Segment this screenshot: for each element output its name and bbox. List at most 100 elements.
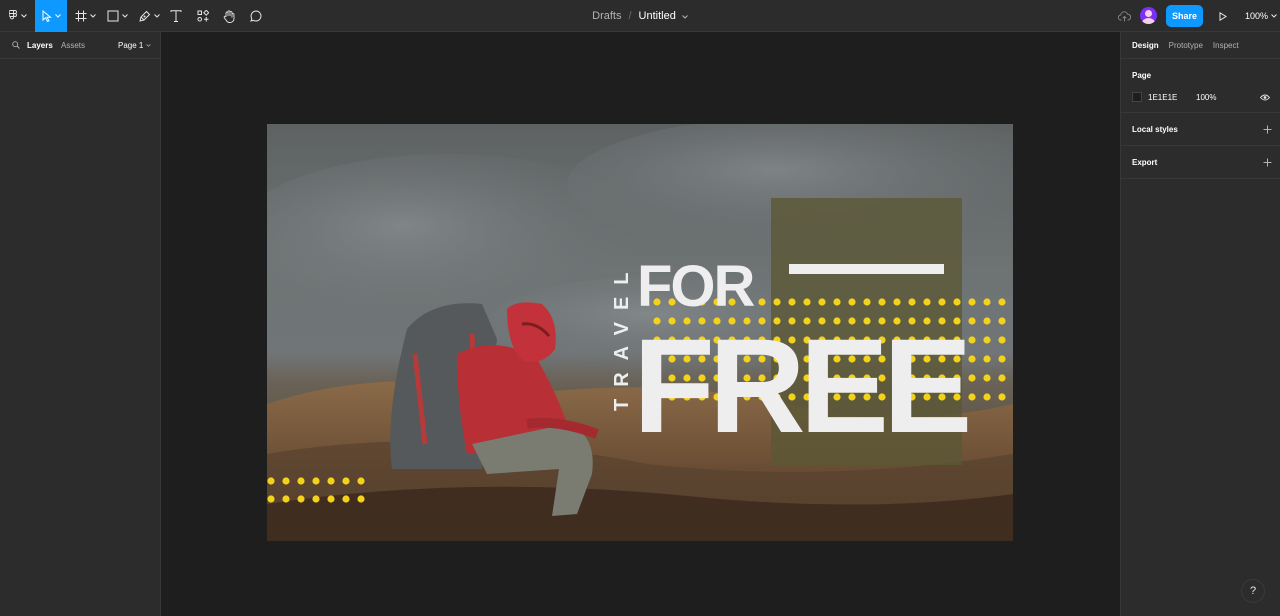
toolbar: Drafts / Untitled Share 100% [0, 0, 1280, 32]
chevron-down-icon [146, 43, 151, 47]
chevron-down-icon [1271, 14, 1277, 18]
tab-prototype[interactable]: Prototype [1169, 41, 1203, 50]
decorative-dot [923, 298, 931, 306]
breadcrumb-folder[interactable]: Drafts [592, 10, 621, 22]
pen-icon [138, 10, 150, 22]
shape-tool-button[interactable] [104, 0, 130, 32]
decorative-dot [863, 298, 871, 306]
decorative-dot [773, 298, 781, 306]
page-color-fill [1133, 93, 1141, 101]
decorative-dot [312, 477, 320, 485]
decorative-dot [327, 495, 335, 503]
local-styles-heading: Local styles [1132, 125, 1178, 134]
play-icon [1219, 11, 1227, 21]
page-color-value[interactable]: 1E1E1E [1148, 93, 1177, 102]
tab-layers[interactable]: Layers [27, 41, 53, 50]
decorative-dot [998, 355, 1006, 363]
plus-icon [1263, 125, 1272, 134]
chevron-down-icon [681, 15, 688, 19]
decorative-dot [968, 374, 976, 382]
decorative-dot [327, 477, 335, 485]
accent-bar [789, 264, 944, 274]
decorative-dot [833, 298, 841, 306]
decorative-dot [267, 495, 275, 503]
artwork-frame[interactable]: FOR FREE TRAVEL [267, 124, 1013, 541]
text-icon [170, 10, 182, 22]
resources-tool-button[interactable] [193, 0, 213, 32]
decorative-dot [998, 336, 1006, 344]
cloud-upload-icon [1117, 10, 1131, 21]
export-section: Export [1121, 146, 1280, 179]
chevron-down-icon [153, 14, 160, 18]
eye-icon[interactable] [1260, 94, 1270, 101]
decorative-dot [818, 298, 826, 306]
present-button[interactable] [1214, 0, 1232, 32]
file-name[interactable]: Untitled [639, 10, 676, 22]
zoom-menu[interactable]: 100% [1245, 0, 1277, 32]
save-status-button[interactable] [1116, 0, 1132, 32]
add-export-button[interactable] [1263, 156, 1272, 169]
decorative-dot [312, 495, 320, 503]
move-tool-button[interactable] [35, 0, 67, 32]
chevron-down-icon [121, 14, 128, 18]
decorative-dot [357, 477, 365, 485]
comment-icon [250, 10, 262, 22]
file-menu-chevron[interactable] [681, 10, 688, 22]
decorative-dot [357, 495, 365, 503]
canvas[interactable]: FOR FREE TRAVEL [161, 32, 1120, 616]
components-icon [197, 10, 209, 22]
decorative-dot [983, 355, 991, 363]
decorative-dot [758, 298, 766, 306]
hand-icon [223, 9, 235, 23]
rectangle-icon [107, 10, 118, 22]
local-styles-section: Local styles [1121, 113, 1280, 146]
text-tool-button[interactable] [166, 0, 186, 32]
plus-icon [1263, 158, 1272, 167]
decorative-dot [998, 317, 1006, 325]
page-color-swatch[interactable] [1132, 92, 1142, 102]
decorative-dot [983, 393, 991, 401]
decorative-dot [953, 298, 961, 306]
frame-tool-button[interactable] [72, 0, 98, 32]
decorative-dot [297, 495, 305, 503]
search-icon[interactable] [12, 41, 20, 49]
main-menu-button[interactable] [5, 0, 31, 32]
user-avatar[interactable] [1140, 7, 1157, 24]
page-opacity-value[interactable]: 100% [1196, 93, 1216, 102]
add-style-button[interactable] [1263, 123, 1272, 136]
page-selector[interactable]: Page 1 [118, 41, 151, 50]
tab-inspect[interactable]: Inspect [1213, 41, 1239, 50]
decorative-dot [983, 298, 991, 306]
chevron-down-icon [21, 14, 27, 18]
headline-free: FREE [633, 312, 968, 461]
tab-design[interactable]: Design [1132, 41, 1159, 50]
share-button[interactable]: Share [1166, 5, 1203, 27]
right-panel-tabs: Design Prototype Inspect [1121, 32, 1280, 59]
hand-tool-button[interactable] [219, 0, 239, 32]
right-panel: Design Prototype Inspect Page 1E1E1E 100… [1120, 32, 1280, 616]
zoom-level: 100% [1245, 11, 1269, 21]
decorative-dot [998, 298, 1006, 306]
tab-assets[interactable]: Assets [61, 41, 85, 50]
decorative-dot [968, 355, 976, 363]
decorative-dot [803, 298, 811, 306]
decorative-dot [983, 336, 991, 344]
decorative-dot [267, 477, 275, 485]
decorative-dot [342, 477, 350, 485]
decorative-dot [938, 298, 946, 306]
help-button[interactable]: ? [1241, 579, 1265, 603]
comment-tool-button[interactable] [246, 0, 266, 32]
decorative-dot [788, 298, 796, 306]
page-section: Page 1E1E1E 100% [1121, 59, 1280, 113]
decorative-dot [342, 495, 350, 503]
decorative-dot [848, 298, 856, 306]
decorative-dot [983, 317, 991, 325]
decorative-dot [878, 298, 886, 306]
decorative-dot [998, 374, 1006, 382]
left-panel-tabs: Layers Assets Page 1 [0, 32, 160, 59]
breadcrumb-separator: / [628, 10, 632, 22]
decorative-dot [282, 477, 290, 485]
pen-tool-button[interactable] [136, 0, 162, 32]
page-selector-label: Page 1 [118, 40, 144, 50]
decorative-dot [282, 495, 290, 503]
